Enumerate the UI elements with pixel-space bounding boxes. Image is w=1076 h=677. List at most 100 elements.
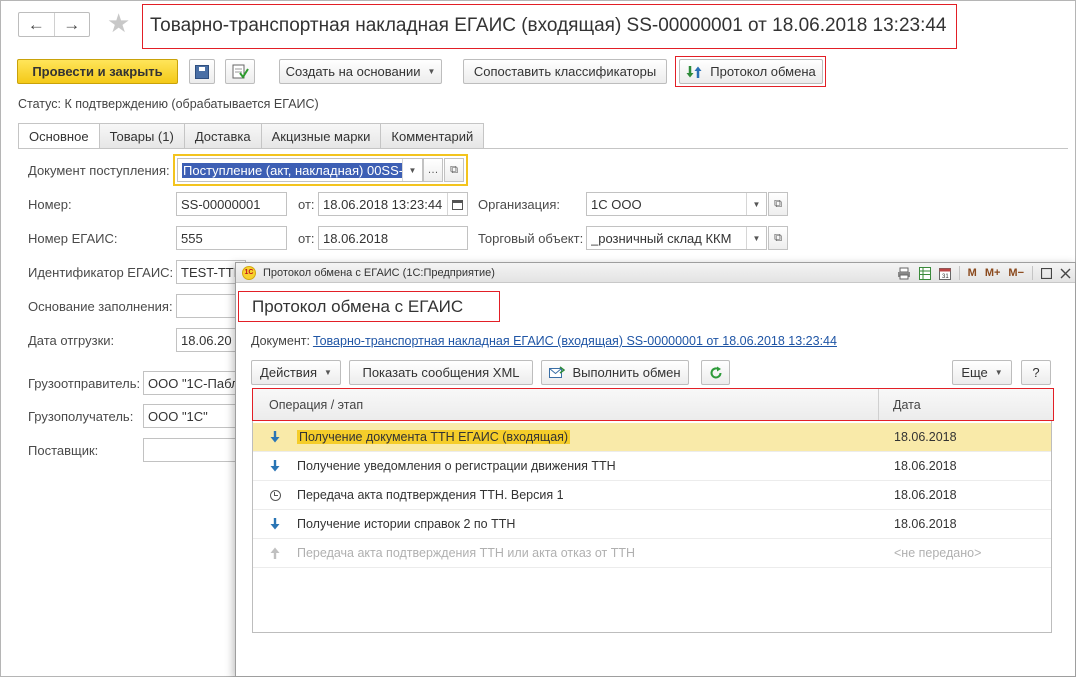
create-based-on-label: Создать на основании xyxy=(285,64,421,79)
forward-button[interactable]: → xyxy=(53,13,90,36)
trade-object-label: Торговый объект: xyxy=(478,231,584,246)
table-row[interactable]: Получение истории справок 2 по ТТН 18.06… xyxy=(253,510,1051,539)
chevron-down-icon[interactable]: ▼ xyxy=(746,227,766,249)
receipt-document-label: Документ поступления: xyxy=(28,163,170,178)
number-field[interactable]: SS-00000001 xyxy=(176,192,287,216)
supplier-field[interactable] xyxy=(143,438,243,462)
tab-bar: Основное Товары (1) Доставка Акцизные ма… xyxy=(18,123,485,149)
egais-date-label: от: xyxy=(298,231,315,246)
run-exchange-button[interactable]: Выполнить обмен xyxy=(541,360,689,385)
status-text: Статус: К подтверждению (обрабатывается … xyxy=(18,97,319,111)
more-button[interactable]: Еще ▼ xyxy=(952,360,1012,385)
close-icon[interactable] xyxy=(1060,268,1071,279)
tab-divider xyxy=(18,148,1068,149)
favorite-star-icon[interactable]: ★ xyxy=(107,10,130,36)
operations-table: Операция / этап Дата Получение документа… xyxy=(252,388,1054,633)
consignee-value: ООО "1С" xyxy=(148,408,208,424)
tab-delivery[interactable]: Доставка xyxy=(184,123,262,149)
titlebar-separator xyxy=(1032,266,1033,280)
date-text: 18.06.2018 xyxy=(894,488,957,502)
trade-object-field[interactable]: _розничный склад ККМ ▼ xyxy=(586,226,767,250)
document-row: Документ: Товарно-транспортная накладная … xyxy=(251,334,837,348)
save-button[interactable] xyxy=(189,59,215,84)
document-label: Документ: xyxy=(251,334,310,348)
table-row[interactable]: Передача акта подтверждения ТТН. Версия … xyxy=(253,481,1051,510)
column-header-date[interactable]: Дата xyxy=(879,398,1053,412)
maximize-icon[interactable] xyxy=(1041,267,1052,279)
egais-number-field[interactable]: 555 xyxy=(176,226,287,250)
svg-text:31: 31 xyxy=(942,274,949,280)
number-value: SS-00000001 xyxy=(181,196,261,212)
organization-field[interactable]: 1С ООО ▼ xyxy=(586,192,767,216)
table-row[interactable]: Получение уведомления о регистрации движ… xyxy=(253,452,1051,481)
post-document-icon xyxy=(232,64,249,79)
supplier-label: Поставщик: xyxy=(28,443,99,458)
consignee-label: Грузополучатель: xyxy=(28,409,134,424)
navigation-group: ← → xyxy=(18,12,90,37)
1c-logo-icon: 1C xyxy=(242,265,256,280)
titlebar-separator xyxy=(958,266,960,280)
tab-goods[interactable]: Товары (1) xyxy=(99,123,185,149)
memory-button[interactable]: M xyxy=(968,267,977,279)
number-date-value: 18.06.2018 13:23:44 xyxy=(323,196,443,212)
arrow-down-icon xyxy=(253,431,297,443)
titlebar-icons: 31 M M+ M− xyxy=(897,263,1071,283)
post-and-close-button[interactable]: Провести и закрыть xyxy=(17,59,178,84)
trade-object-value: _розничный склад ККМ xyxy=(591,230,732,246)
table-row[interactable]: Передача акта подтверждения ТТН или акта… xyxy=(253,539,1051,568)
operation-text: Получение уведомления о регистрации движ… xyxy=(297,459,616,473)
egais-number-label: Номер ЕГАИС: xyxy=(28,231,118,246)
exchange-protocol-dialog: 1C Протокол обмена с ЕГАИС (1С:Предприят… xyxy=(235,262,1076,677)
actions-button[interactable]: Действия ▼ xyxy=(251,360,341,385)
fill-basis-label: Основание заполнения: xyxy=(28,299,173,314)
open-organization-button[interactable]: ⧉ xyxy=(768,192,788,216)
chevron-down-icon[interactable]: ▼ xyxy=(746,193,766,215)
exchange-envelope-icon xyxy=(549,366,566,378)
egais-date-field[interactable]: 18.06.2018 xyxy=(318,226,468,250)
show-xml-button[interactable]: Показать сообщения XML xyxy=(349,360,533,385)
tab-excise-stamps[interactable]: Акцизные марки xyxy=(261,123,382,149)
open-trade-object-button[interactable]: ⧉ xyxy=(768,226,788,250)
column-header-operation[interactable]: Операция / этап xyxy=(253,389,879,420)
shipper-field[interactable]: ООО "1С-Пабл xyxy=(143,371,243,395)
clock-icon xyxy=(253,489,297,501)
arrow-up-icon xyxy=(253,547,297,559)
post-button[interactable] xyxy=(225,59,255,84)
consignee-field[interactable]: ООО "1С" xyxy=(143,404,243,428)
spreadsheet-icon[interactable] xyxy=(918,266,931,280)
operation-text: Передача акта подтверждения ТТН или акта… xyxy=(297,546,636,560)
table-header: Операция / этап Дата xyxy=(252,388,1054,421)
number-date-field[interactable]: 18.06.2018 13:23:44 xyxy=(318,192,468,216)
dialog-window-title: Протокол обмена с ЕГАИС (1С:Предприятие) xyxy=(263,266,495,279)
memory-plus-button[interactable]: M+ xyxy=(985,267,1001,279)
tab-comment[interactable]: Комментарий xyxy=(381,123,485,149)
help-button[interactable]: ? xyxy=(1021,360,1051,385)
calendar-icon[interactable] xyxy=(447,193,467,215)
operation-text: Передача акта подтверждения ТТН. Версия … xyxy=(297,488,564,502)
egais-id-label: Идентификатор ЕГАИС: xyxy=(28,265,174,280)
back-button[interactable]: ← xyxy=(19,13,54,36)
refresh-icon xyxy=(710,366,721,378)
document-title: Товарно-транспортная накладная ЕГАИС (вх… xyxy=(142,4,957,49)
calendar-icon[interactable]: 31 xyxy=(938,267,951,280)
chevron-down-icon: ▼ xyxy=(427,67,436,76)
tab-main[interactable]: Основное xyxy=(18,123,100,149)
date-text: <не передано> xyxy=(894,546,982,560)
shipper-value: ООО "1С-Пабл xyxy=(148,375,239,391)
date-text: 18.06.2018 xyxy=(894,517,957,531)
match-classifiers-button[interactable]: Сопоставить классификаторы xyxy=(463,59,667,84)
arrow-down-icon xyxy=(253,460,297,472)
memory-minus-button[interactable]: M− xyxy=(1008,267,1024,279)
create-based-on-button[interactable]: Создать на основании ▼ xyxy=(279,59,442,84)
date-text: 18.06.2018 xyxy=(894,459,957,473)
document-link[interactable]: Товарно-транспортная накладная ЕГАИС (вх… xyxy=(313,334,837,348)
refresh-button[interactable] xyxy=(701,360,730,385)
egais-date-value: 18.06.2018 xyxy=(323,230,389,246)
floppy-icon xyxy=(195,64,209,79)
actions-label: Действия xyxy=(260,365,318,380)
print-icon[interactable] xyxy=(897,267,911,280)
organization-value: 1С ООО xyxy=(591,196,642,212)
number-label: Номер: xyxy=(28,197,72,212)
organization-label: Организация: xyxy=(478,197,561,212)
table-row[interactable]: Получение документа ТТН ЕГАИС (входящая)… xyxy=(253,423,1051,452)
